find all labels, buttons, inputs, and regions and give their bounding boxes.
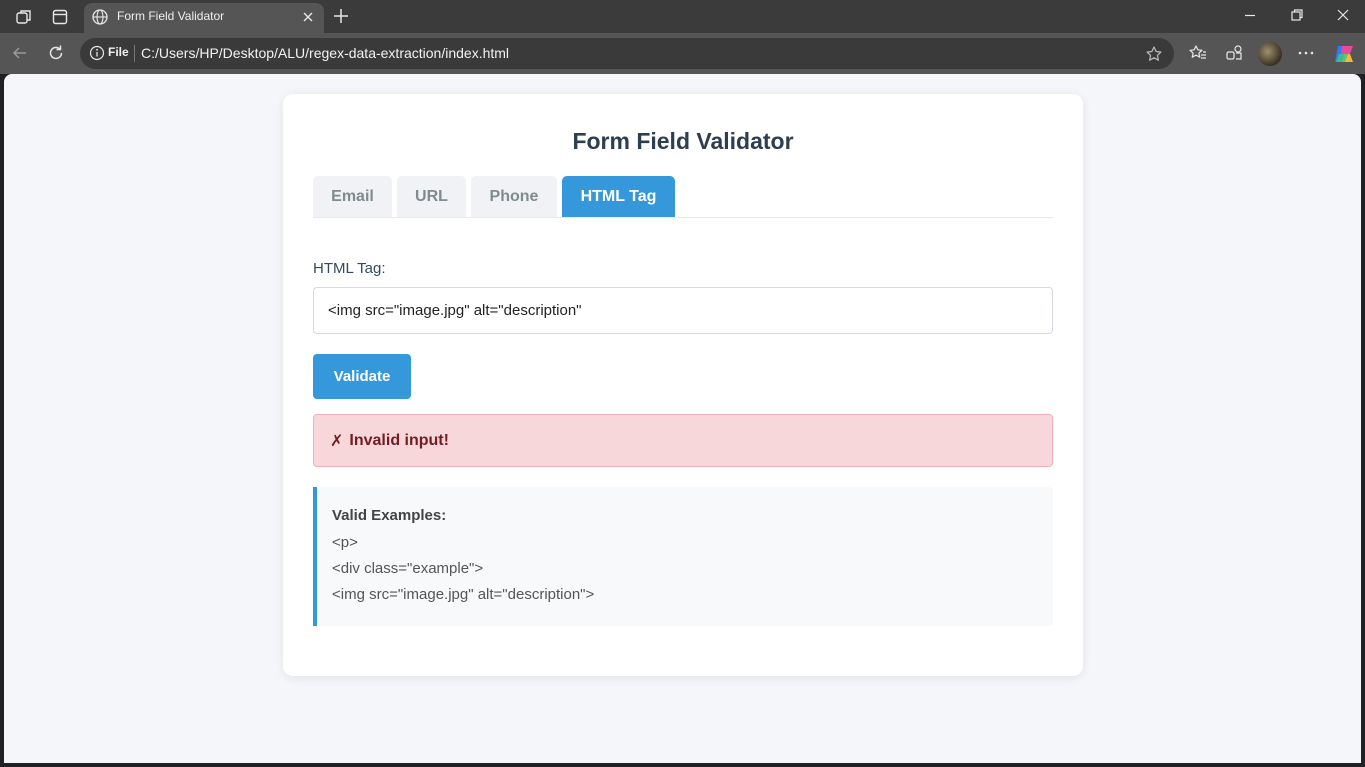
example-item: <div class="example"> — [332, 560, 484, 577]
collections-icon[interactable] — [1224, 43, 1244, 68]
error-x-icon: ✗ — [330, 432, 344, 450]
examples-title: Valid Examples: — [332, 507, 447, 524]
more-options-icon[interactable] — [1296, 43, 1316, 68]
address-url[interactable]: C:/Users/HP/Desktop/ALU/regex-data-extra… — [141, 45, 509, 61]
browser-toolbar: File C:/Users/HP/Desktop/ALU/regex-data-… — [0, 33, 1365, 74]
close-tab-icon[interactable] — [300, 9, 316, 30]
html-tag-field-label: HTML Tag: — [313, 260, 386, 277]
validator-card: Form Field Validator Email URL Phone HTM… — [283, 94, 1083, 676]
info-icon[interactable] — [89, 45, 105, 66]
workspaces-icon[interactable] — [13, 6, 35, 28]
browser-title-bar: Form Field Validator — [0, 0, 1365, 33]
globe-icon — [91, 8, 109, 31]
page-title: Form Field Validator — [572, 128, 794, 154]
new-tab-plus-icon[interactable] — [331, 6, 351, 31]
favorite-star-icon[interactable] — [1145, 45, 1163, 68]
address-bar[interactable]: File C:/Users/HP/Desktop/ALU/regex-data-… — [80, 38, 1174, 69]
validator-tabs: Email URL Phone HTML Tag — [313, 176, 1053, 218]
tab-url[interactable]: URL — [397, 176, 466, 217]
result-message: ✗ Invalid input! — [313, 414, 1053, 467]
back-arrow-icon[interactable] — [10, 43, 30, 68]
result-text: Invalid input! — [349, 431, 449, 449]
address-scheme-label: File — [108, 45, 129, 59]
example-item: <p> — [332, 534, 358, 551]
tab-title: Form Field Validator — [117, 9, 225, 23]
tab-email[interactable]: Email — [313, 176, 392, 217]
copilot-icon[interactable] — [1332, 42, 1356, 71]
valid-examples-box: Valid Examples: <p> <div class="example"… — [313, 487, 1053, 626]
validate-button[interactable]: Validate — [313, 354, 411, 399]
favorites-icon[interactable] — [1188, 43, 1208, 68]
close-window-icon[interactable] — [1335, 7, 1351, 28]
address-divider — [134, 45, 135, 62]
refresh-icon[interactable] — [46, 43, 66, 68]
browser-tab-active[interactable]: Form Field Validator — [84, 3, 324, 33]
minimize-icon[interactable] — [1242, 7, 1258, 28]
restore-icon[interactable] — [1289, 7, 1305, 28]
tab-actions-icon[interactable] — [49, 6, 71, 28]
html-tag-input[interactable] — [313, 287, 1053, 334]
profile-avatar[interactable] — [1258, 42, 1282, 66]
tab-html-tag[interactable]: HTML Tag — [562, 176, 675, 217]
tab-phone[interactable]: Phone — [471, 176, 557, 217]
example-item: <img src="image.jpg" alt="description"> — [332, 586, 595, 603]
page-viewport: Form Field Validator Email URL Phone HTM… — [4, 74, 1361, 763]
